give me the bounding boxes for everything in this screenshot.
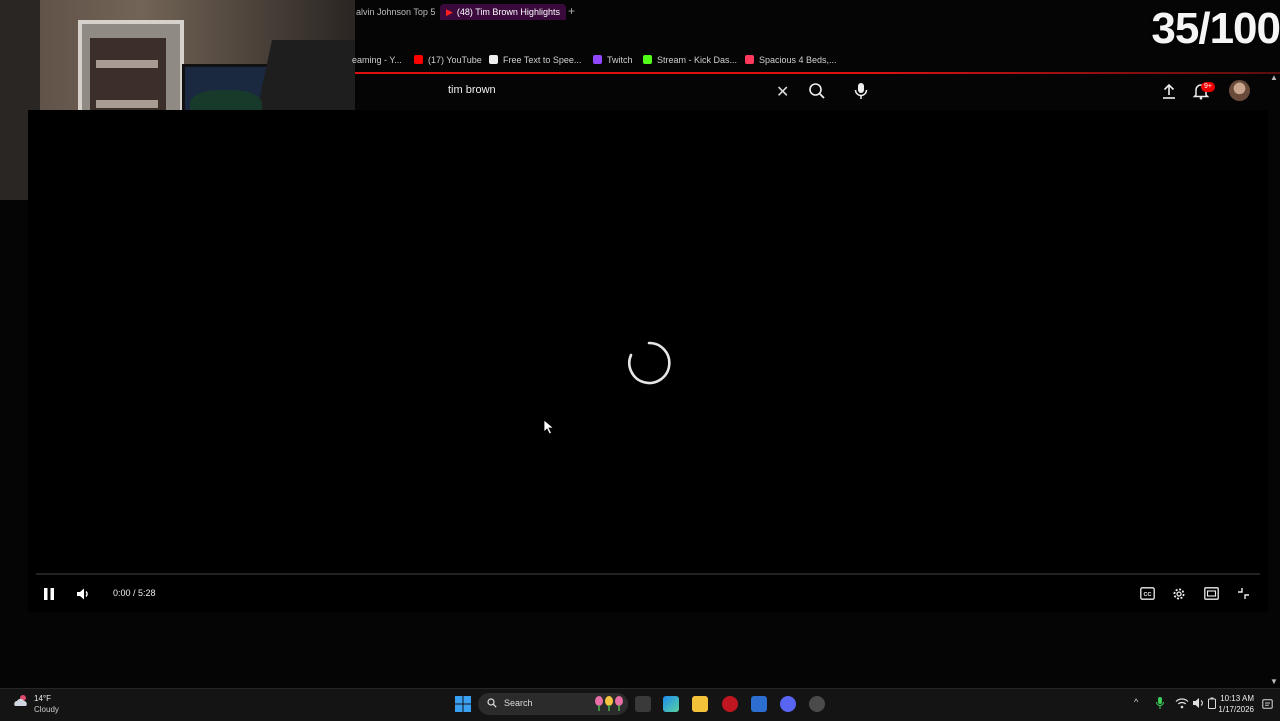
tulips-search-highlight-icon — [595, 696, 623, 711]
tab-label: (48) Tim Brown Highlights — [456, 7, 560, 17]
new-tab-button[interactable]: + — [568, 4, 575, 18]
scroll-down-arrow-icon[interactable]: ▼ — [1270, 677, 1278, 686]
kick-icon — [643, 55, 652, 64]
mic-icon[interactable] — [852, 81, 870, 101]
theater-mode-icon[interactable] — [1204, 587, 1219, 600]
task-view-icon[interactable] — [635, 696, 651, 712]
twitch-icon — [593, 55, 602, 64]
bookmark-item[interactable]: Twitch — [593, 53, 633, 67]
windows-start-icon[interactable] — [455, 696, 471, 712]
video-progress-bar[interactable] — [36, 573, 1260, 575]
clear-search-icon[interactable]: ✕ — [776, 82, 789, 102]
pause-icon[interactable] — [42, 587, 56, 601]
scroll-up-arrow-icon[interactable]: ▲ — [1270, 73, 1278, 82]
page-icon — [489, 55, 498, 64]
browser-tab-active[interactable]: ▶ (48) Tim Brown Highlights — [440, 4, 566, 20]
airbnb-icon — [745, 55, 754, 64]
bookmark-item[interactable]: (17) YouTube — [414, 53, 482, 67]
captions-icon[interactable]: CC — [1140, 587, 1155, 600]
avatar[interactable] — [1229, 80, 1250, 101]
search-icon[interactable] — [808, 82, 826, 100]
weather-condition: Cloudy — [34, 705, 59, 714]
tab-label: alvin Johnson Top 5 — [356, 7, 436, 17]
clock-time[interactable]: 10:13 AM — [1214, 694, 1254, 703]
tray-expand-chevron-icon[interactable]: ^ — [1134, 697, 1138, 707]
bookmark-item[interactable]: eaming - Y... — [352, 53, 402, 67]
svg-text:CC: CC — [1144, 592, 1152, 598]
video-time-display: 0:00 / 5:28 — [113, 588, 156, 598]
discord-icon[interactable] — [780, 696, 796, 712]
weather-temperature: 14°F — [34, 694, 51, 703]
search-icon — [487, 698, 497, 708]
wifi-icon[interactable] — [1175, 697, 1189, 709]
bookmark-item[interactable]: Stream - Kick Das... — [643, 53, 737, 67]
search-input[interactable]: tim brown — [448, 84, 496, 96]
opera-gx-icon[interactable] — [722, 696, 738, 712]
loading-spinner-icon — [628, 341, 671, 385]
bookmark-item[interactable]: Free Text to Spee... — [489, 53, 581, 67]
youtube-icon — [414, 55, 423, 64]
clock-date[interactable]: 1/17/2026 — [1212, 705, 1254, 714]
obs-icon[interactable] — [809, 696, 825, 712]
microphone-icon[interactable] — [1155, 696, 1165, 710]
mouse-cursor-icon — [543, 419, 555, 435]
speaker-icon[interactable] — [1192, 697, 1205, 709]
upload-icon[interactable] — [1160, 82, 1178, 100]
youtube-icon: ▶ — [446, 7, 453, 17]
cloudy-weather-icon[interactable] — [12, 693, 30, 709]
file-explorer-icon[interactable] — [692, 696, 708, 712]
volume-icon[interactable] — [76, 587, 92, 601]
notification-badge: 9+ — [1201, 82, 1215, 92]
page-load-bar — [355, 72, 1280, 74]
copilot-icon[interactable] — [663, 696, 679, 712]
exit-fullscreen-icon[interactable] — [1237, 587, 1250, 600]
gear-icon[interactable] — [1172, 587, 1186, 601]
bookmark-item[interactable]: Spacious 4 Beds,... — [745, 53, 837, 67]
stream-counter: 35/100 — [1151, 4, 1280, 53]
taskbar-search-label: Search — [504, 698, 533, 708]
notifications-icon[interactable] — [1262, 699, 1273, 709]
microsoft-store-icon[interactable] — [751, 696, 767, 712]
browser-tab[interactable]: alvin Johnson Top 5 — [356, 4, 435, 20]
